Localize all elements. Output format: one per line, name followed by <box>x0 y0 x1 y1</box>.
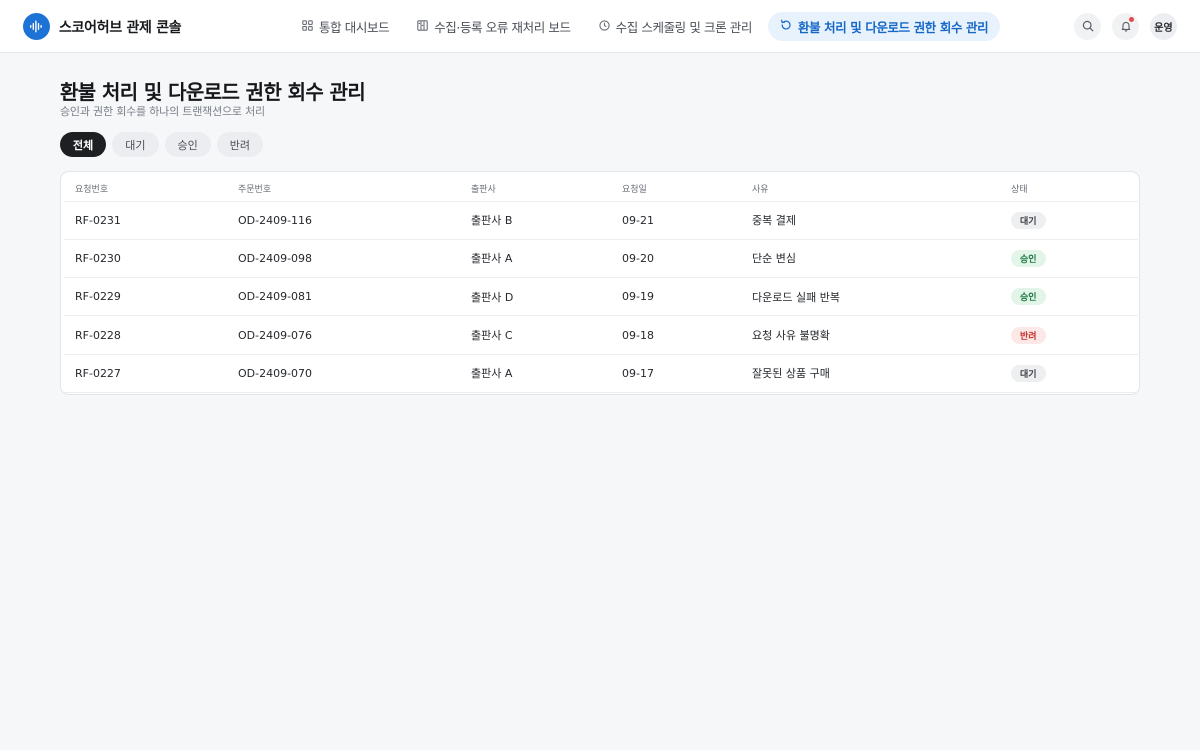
nav-item-label: 통합 대시보드 <box>319 20 390 35</box>
cell-publisher: 출판사 A <box>460 354 611 393</box>
status-filter-chips: 전체 대기 승인 반려 <box>60 132 263 157</box>
cell-order-id: OD-2409-070 <box>227 354 460 393</box>
cell-request-id: RF-0229 <box>64 277 227 317</box>
app-title: 스코어허브 관제 콘솔 <box>59 19 182 36</box>
column-header-request-id[interactable]: 요청번호 <box>64 176 227 202</box>
cell-publisher: 출판사 A <box>460 239 611 279</box>
grid-icon <box>302 19 313 34</box>
column-header-order-id[interactable]: 주문번호 <box>227 176 460 202</box>
cell-order-id: OD-2409-081 <box>227 277 460 317</box>
refund-requests-card: 요청번호 주문번호 출판사 요청일 사유 상태 RF-0231 OD-2409-… <box>60 171 1140 395</box>
avatar[interactable]: 운영 <box>1150 13 1177 40</box>
notification-dot <box>1129 17 1134 22</box>
status-badge: 반려 <box>1011 326 1046 344</box>
waveform-icon <box>23 13 50 40</box>
filter-chip-pending[interactable]: 대기 <box>112 132 159 157</box>
search-button[interactable] <box>1074 13 1101 40</box>
status-badge: 승인 <box>1011 249 1046 267</box>
cell-date: 09-20 <box>611 239 741 279</box>
nav-item-scheduling[interactable]: 수집 스케줄링 및 크론 관리 <box>587 12 764 41</box>
table-row[interactable]: RF-0228 OD-2409-076 출판사 C 09-18 요청 사유 불명… <box>64 315 1138 355</box>
nav-item-label: 환불 처리 및 다운로드 권한 회수 관리 <box>798 20 989 35</box>
filter-chip-all[interactable]: 전체 <box>60 132 107 157</box>
page-subtitle: 승인과 권한 회수를 하나의 트랜잭션으로 처리 <box>60 105 265 118</box>
table-row[interactable]: RF-0229 OD-2409-081 출판사 D 09-19 다운로드 실패 … <box>64 277 1138 317</box>
cell-reason: 단순 변심 <box>741 239 1000 279</box>
clock-icon <box>598 19 610 34</box>
cell-publisher: 출판사 D <box>460 277 611 317</box>
main-nav: 통합 대시보드 수집·등록 오류 재처리 보드 수집 스케줄링 및 크론 관리 … <box>290 12 1001 41</box>
cell-request-id: RF-0230 <box>64 239 227 279</box>
nav-item-dashboard[interactable]: 통합 대시보드 <box>290 12 401 41</box>
status-badge: 대기 <box>1011 364 1046 382</box>
cell-request-id: RF-0227 <box>64 354 227 393</box>
cell-status: 승인 <box>1000 277 1138 317</box>
top-navigation-bar: 스코어허브 관제 콘솔 통합 대시보드 수집·등록 오류 재처리 보드 수집 스… <box>0 0 1200 53</box>
cell-status: 대기 <box>1000 201 1138 240</box>
nav-item-label: 수집·등록 오류 재처리 보드 <box>434 20 571 35</box>
cell-date: 09-21 <box>611 201 741 240</box>
brand[interactable]: 스코어허브 관제 콘솔 <box>23 13 182 40</box>
cell-request-id: RF-0228 <box>64 315 227 355</box>
status-badge: 대기 <box>1011 211 1046 229</box>
cell-date: 09-18 <box>611 315 741 355</box>
cell-reason: 중복 결제 <box>741 201 1000 240</box>
filter-chip-rejected[interactable]: 반려 <box>216 132 263 157</box>
column-header-status[interactable]: 상태 <box>1000 176 1138 202</box>
refresh-icon <box>780 19 792 34</box>
column-header-publisher[interactable]: 출판사 <box>460 176 611 202</box>
notifications-button[interactable] <box>1112 13 1139 40</box>
kanban-icon <box>417 19 428 34</box>
cell-date: 09-19 <box>611 277 741 317</box>
table-header-row: 요청번호 주문번호 출판사 요청일 사유 상태 <box>64 176 1138 202</box>
cell-publisher: 출판사 C <box>460 315 611 355</box>
nav-item-refund[interactable]: 환불 처리 및 다운로드 권한 회수 관리 <box>768 12 1001 41</box>
nav-item-label: 수집 스케줄링 및 크론 관리 <box>615 20 753 35</box>
table-row[interactable]: RF-0231 OD-2409-116 출판사 B 09-21 중복 결제 대기 <box>64 201 1138 240</box>
cell-status: 승인 <box>1000 239 1138 279</box>
status-badge: 승인 <box>1011 288 1046 306</box>
cell-order-id: OD-2409-098 <box>227 239 460 279</box>
search-icon <box>1082 17 1094 36</box>
cell-reason: 다운로드 실패 반복 <box>741 277 1000 317</box>
page-title: 환불 처리 및 다운로드 권한 회수 관리 <box>60 80 366 104</box>
cell-publisher: 출판사 B <box>460 201 611 240</box>
cell-reason: 요청 사유 불명확 <box>741 315 1000 355</box>
cell-order-id: OD-2409-076 <box>227 315 460 355</box>
top-actions: 운영 <box>1074 13 1177 40</box>
table-row[interactable]: RF-0230 OD-2409-098 출판사 A 09-20 단순 변심 승인 <box>64 239 1138 279</box>
cell-status: 대기 <box>1000 354 1138 393</box>
cell-date: 09-17 <box>611 354 741 393</box>
refund-requests-table: 요청번호 주문번호 출판사 요청일 사유 상태 RF-0231 OD-2409-… <box>64 176 1138 393</box>
column-header-date[interactable]: 요청일 <box>611 176 741 202</box>
filter-chip-approved[interactable]: 승인 <box>164 132 211 157</box>
cell-reason: 잘못된 상품 구매 <box>741 354 1000 393</box>
cell-request-id: RF-0231 <box>64 201 227 240</box>
nav-item-error-board[interactable]: 수집·등록 오류 재처리 보드 <box>405 12 582 41</box>
cell-order-id: OD-2409-116 <box>227 201 460 240</box>
table-row[interactable]: RF-0227 OD-2409-070 출판사 A 09-17 잘못된 상품 구… <box>64 354 1138 393</box>
column-header-reason[interactable]: 사유 <box>741 176 1000 202</box>
cell-status: 반려 <box>1000 315 1138 355</box>
